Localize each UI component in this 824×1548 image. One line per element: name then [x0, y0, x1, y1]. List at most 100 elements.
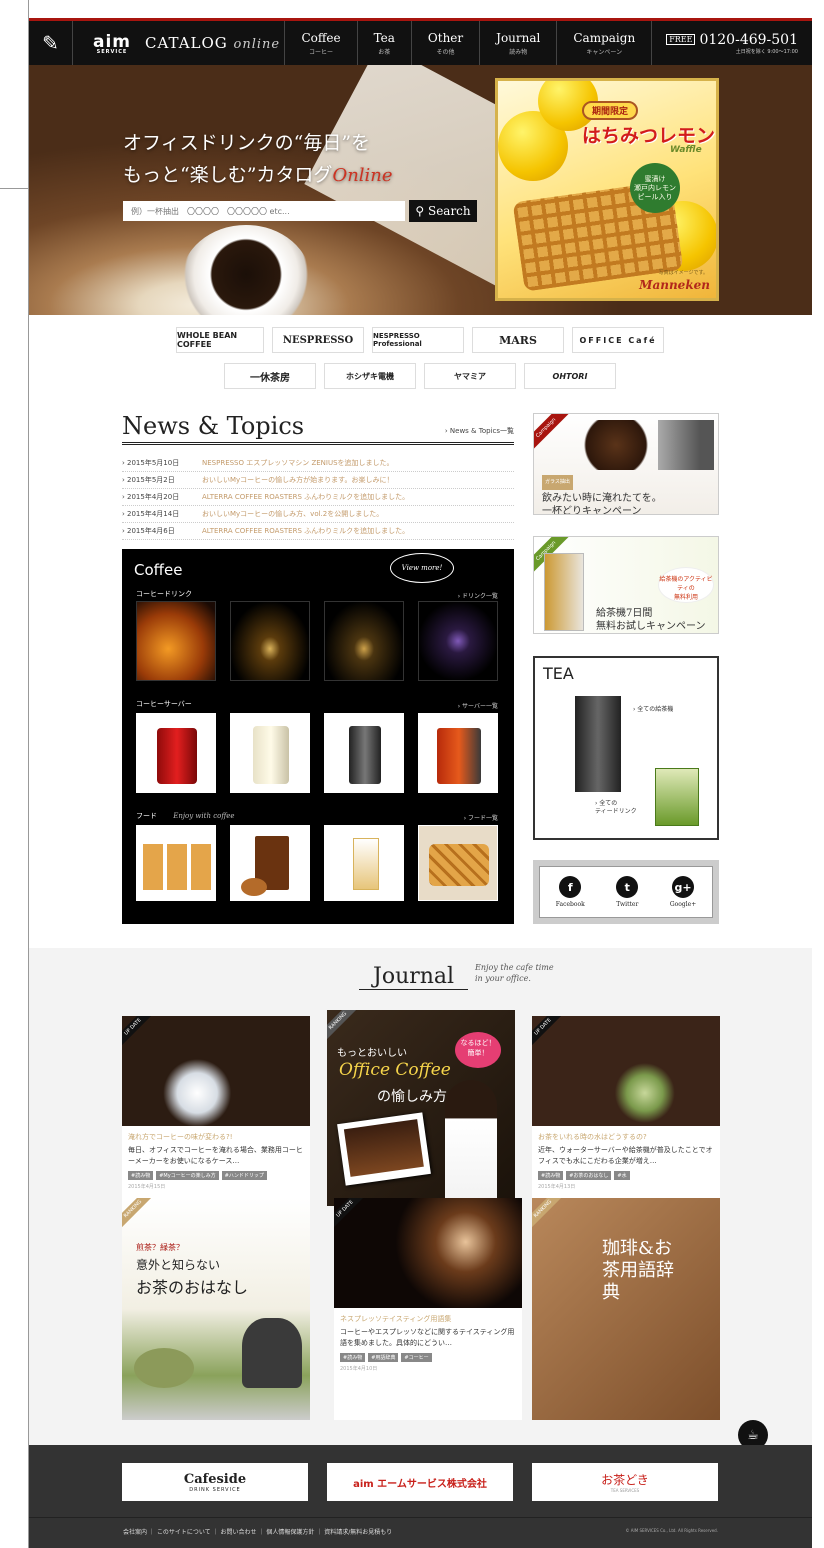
journal-card[interactable]: UP DATE お茶をいれる時の水はどうするの? 近年、ウォーターサーバーや給茶…	[532, 1016, 720, 1206]
card-script-title: Office Coffee	[339, 1060, 451, 1080]
food-thumb[interactable]	[418, 825, 498, 901]
server-thumb[interactable]	[136, 713, 216, 793]
news-title: News & Topics › News & Topics一覧	[122, 412, 514, 445]
footer-logo-ochadoki[interactable]: お茶どき TEA SERVICES	[532, 1463, 718, 1501]
nav-tea[interactable]: Tea お茶	[356, 21, 411, 65]
server-thumb[interactable]	[418, 713, 498, 793]
coffee-beans-image	[574, 420, 714, 470]
drink-thumb[interactable]	[324, 601, 404, 681]
promo-brand: Manneken	[639, 278, 710, 292]
partner-whole-bean-coffee[interactable]: WHOLE BEAN COFFEE	[176, 327, 264, 353]
footer-link-contact[interactable]: お問い合わせ	[221, 1529, 257, 1536]
footer-logo-aim[interactable]: aim エームサービス株式会社	[327, 1463, 513, 1501]
footer-link-company[interactable]: 会社案内	[123, 1529, 147, 1536]
server-thumb[interactable]	[324, 713, 404, 793]
news-item[interactable]: › 2015年4月14日 おいしいMyコーヒーの愉しみ方、vol.2を公開しました…	[122, 506, 514, 523]
footer-link-privacy[interactable]: 個人情報保護方針	[266, 1529, 314, 1536]
food-thumb[interactable]	[136, 825, 216, 901]
drink-thumb[interactable]	[230, 601, 310, 681]
nav-journal[interactable]: Journal 読み物	[479, 21, 556, 65]
footer-link-about[interactable]: このサイトについて	[157, 1529, 211, 1536]
nespresso-woman-image	[334, 1198, 522, 1308]
card-tag[interactable]: #用語辞典	[368, 1353, 399, 1362]
journal-card-glossary[interactable]: RANKING 珈琲&お茶用語辞典	[532, 1198, 720, 1420]
card-date: 2015年4月10日	[340, 1366, 378, 1372]
partner-nespresso[interactable]: NESPRESSO	[272, 327, 364, 353]
nav-other[interactable]: Other その他	[410, 21, 479, 65]
promo-note: 写真はイメージです。	[658, 270, 708, 276]
card-tag[interactable]: #コーヒー	[401, 1353, 432, 1362]
card-tag[interactable]: #読み物	[340, 1353, 366, 1362]
footer-links: 会社案内 ｜ このサイトについて ｜ お問い合わせ ｜ 個人情報保護方針 ｜ 資…	[123, 1529, 393, 1536]
server-thumbnails	[136, 713, 498, 793]
partner-office-cafe[interactable]: OFFICE Café	[572, 327, 664, 353]
news-topics: News & Topics › News & Topics一覧 › 2015年5…	[122, 412, 514, 540]
google-plus-link[interactable]: g+ Google+	[670, 876, 696, 908]
brand[interactable]: aim SERVICE CATALOG online	[93, 32, 280, 55]
partner-yamamia[interactable]: ヤマミア	[424, 363, 516, 389]
card-tag[interactable]: #お茶のおはなし	[566, 1171, 612, 1180]
server-thumb[interactable]	[230, 713, 310, 793]
food-more-link[interactable]: › フード一覧	[464, 813, 498, 822]
food-thumb[interactable]	[230, 825, 310, 901]
journal-card-office-coffee[interactable]: RANKING もっとおいしい Office Coffee の愉しみ方 なるほど…	[327, 1010, 515, 1206]
news-item[interactable]: › 2015年4月6日 ALTERRA COFFEE ROASTERS ふんわりミ…	[122, 523, 514, 540]
card-tag[interactable]: #Myコーヒーの楽しみ方	[156, 1171, 219, 1180]
promo-subtitle: Waffle	[670, 145, 702, 155]
journal-card[interactable]: UP DATE ネスプレッソテイスティング用語集 コーヒーやエスプレッソなどに関…	[334, 1198, 522, 1420]
twitter-icon: t	[616, 876, 639, 898]
speech-bubble: なるほど！簡単！	[455, 1032, 501, 1068]
all-tea-drinks-link[interactable]: › 全ての ティードリンク	[595, 800, 637, 816]
view-more-stamp[interactable]: View more!	[390, 553, 454, 583]
hero-headline: オフィスドリンクの“毎日”を もっと“楽しむ”カタログOnline	[123, 132, 393, 186]
all-tea-machines-link[interactable]: › 全ての給茶機	[633, 704, 673, 713]
card-tag[interactable]: #読み物	[538, 1171, 564, 1180]
nav-campaign[interactable]: Campaign キャンペーン	[556, 21, 651, 65]
search-button[interactable]: ⚲ Search	[409, 200, 477, 222]
campaign-ribbon: Campaign	[534, 414, 572, 454]
coffee-section: Coffee View more! コーヒードリンク › ドリンク一覧 コーヒー…	[122, 549, 514, 924]
card-tag[interactable]: #ハンドドリップ	[221, 1171, 267, 1180]
news-more-link[interactable]: › News & Topics一覧	[445, 426, 514, 436]
food-label: フード Enjoy with coffee	[136, 812, 235, 820]
journal-card[interactable]: UP DATE 淹れ方でコーヒーの味が変わる?! 毎日、オフィスでコーヒーを淹れ…	[122, 1016, 310, 1206]
ranking-ribbon: RANKING	[532, 1198, 565, 1231]
partner-mars[interactable]: MARS	[472, 327, 564, 353]
card-big-title: 珈琲&お茶用語辞典	[602, 1238, 674, 1303]
campaign-banner-tea-machine[interactable]: Campaign 給茶機のアクティビティの 無料利用 給茶機7日間 無料お試しキ…	[533, 536, 719, 634]
footer-link-request[interactable]: 資料請求/無料お見積もり	[324, 1529, 392, 1536]
promo-badge: 期間限定	[582, 101, 639, 120]
search-input[interactable]	[123, 201, 405, 221]
news-item[interactable]: › 2015年5月2日 おいしいMyコーヒーの愉しみ方が始まります。お楽しみに！	[122, 472, 514, 489]
social-panel: f Facebook t Twitter g+ Google+	[533, 860, 719, 924]
site-header: ✎ aim SERVICE CATALOG online Coffee コーヒー T…	[29, 21, 812, 65]
footer-logo-cafeside[interactable]: Cafeside DRINK SERVICE	[122, 1463, 308, 1501]
free-dial-icon: FREE	[666, 34, 696, 45]
drink-label: コーヒードリンク	[136, 590, 192, 598]
partner-hoshizaki[interactable]: ホシザキ電機	[324, 363, 416, 389]
tea-banner: TEA › 全ての給茶機 › 全ての ティードリンク	[533, 656, 719, 840]
twitter-link[interactable]: t Twitter	[616, 876, 638, 908]
journal-card-tea-story[interactable]: RANKING 煎茶？緑茶？ 意外と知らない お茶のおはなし	[122, 1198, 310, 1420]
hand-drip-image	[122, 1016, 310, 1126]
campaign-copy: 給茶機7日間 無料お試しキャンペーン	[596, 608, 706, 632]
food-thumb[interactable]	[324, 825, 404, 901]
news-item[interactable]: › 2015年5月10日 NESPRESSO エスプレッソマシン ZENIUSを追…	[122, 455, 514, 472]
card-tag[interactable]: #読み物	[128, 1171, 154, 1180]
drink-thumb[interactable]	[418, 601, 498, 681]
server-more-link[interactable]: › サーバー一覧	[458, 701, 498, 710]
partner-ikkyu-sabo[interactable]: 一休茶房	[224, 363, 316, 389]
campaign-banner-cup[interactable]: Campaign ガラス抽出 飲みたい時に淹れたてを。 一杯どりキャンペーン	[533, 413, 719, 515]
nav-coffee[interactable]: Coffee コーヒー	[284, 21, 356, 65]
frame-guide-horizontal	[0, 188, 28, 189]
news-item[interactable]: › 2015年4月20日 ALTERRA COFFEE ROASTERS ふんわり…	[122, 489, 514, 506]
promo-banner-honey-lemon-waffle[interactable]: 期間限定 はちみつレモン Waffle 蜜漬け 瀬戸内レモン ピール入り 写真は…	[495, 78, 719, 301]
facebook-link[interactable]: f Facebook	[556, 876, 585, 908]
drink-more-link[interactable]: › ドリンク一覧	[458, 591, 498, 600]
phone-contact[interactable]: FREE 0120-469-501 土日祝を除く 9:00〜17:00	[651, 21, 812, 65]
drink-thumb[interactable]	[136, 601, 216, 681]
partner-ohtori[interactable]: OHTORI	[524, 363, 616, 389]
partner-nespresso-professional[interactable]: NESPRESSO Professional	[372, 327, 464, 353]
home-logo-icon[interactable]: ✎	[29, 21, 73, 65]
card-tag[interactable]: #水	[614, 1171, 630, 1180]
